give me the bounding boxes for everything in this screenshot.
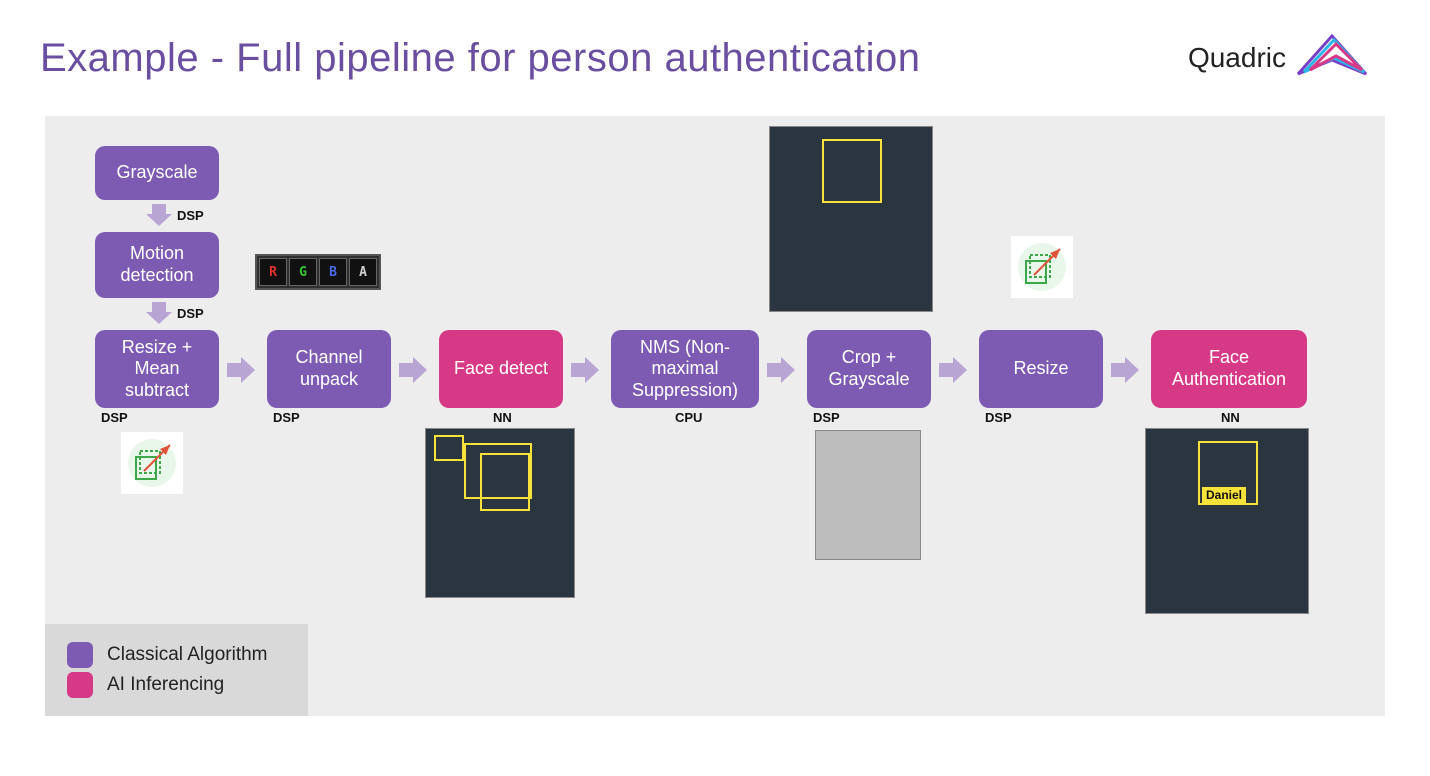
- node-label: Resize: [1013, 358, 1068, 380]
- legend-item-ai: AI Inferencing: [67, 672, 268, 698]
- brand-logo: Quadric: [1188, 30, 1370, 86]
- node-motion-detection: Motion detection: [95, 232, 219, 298]
- node-label: NMS (Non-maximal Suppression): [617, 337, 753, 402]
- resize-icon: [1011, 236, 1073, 298]
- node-channel-unpack: Channel unpack: [267, 330, 391, 408]
- crop-grayscale-output-image: [815, 430, 921, 560]
- proc-label: DSP: [101, 410, 128, 425]
- legend-label: AI Inferencing: [107, 674, 224, 696]
- legend: Classical Algorithm AI Inferencing: [45, 624, 308, 716]
- node-label: Face Authentication: [1157, 347, 1301, 390]
- channel-cell: G: [289, 258, 317, 286]
- proc-label: NN: [493, 410, 512, 425]
- quadric-logo-icon: [1294, 30, 1370, 86]
- node-label: Motion detection: [101, 243, 213, 286]
- legend-swatch: [67, 672, 93, 698]
- diagram-canvas: Grayscale DSP Motion detection DSP Resiz…: [45, 116, 1385, 716]
- page-title: Example - Full pipeline for person authe…: [40, 36, 921, 81]
- slide-header: Example - Full pipeline for person authe…: [0, 0, 1430, 96]
- proc-label: DSP: [813, 410, 840, 425]
- node-label: Channel unpack: [273, 347, 385, 390]
- proc-label: DSP: [273, 410, 300, 425]
- resize-icon: [121, 432, 183, 494]
- result-name-tag: Daniel: [1202, 487, 1246, 503]
- authentication-result-image: Daniel: [1145, 428, 1309, 614]
- node-resize: Resize: [979, 330, 1103, 408]
- proc-label: DSP: [985, 410, 1012, 425]
- proc-label: CPU: [675, 410, 702, 425]
- nms-output-image: [769, 126, 933, 312]
- channel-cell: A: [349, 258, 377, 286]
- proc-label: NN: [1221, 410, 1240, 425]
- node-crop-grayscale: Crop + Grayscale: [807, 330, 931, 408]
- face-detect-output-image: [425, 428, 575, 598]
- rgba-channel-strip: R G B A: [255, 254, 381, 290]
- legend-item-classical: Classical Algorithm: [67, 642, 268, 668]
- channel-cell: R: [259, 258, 287, 286]
- legend-swatch: [67, 642, 93, 668]
- legend-label: Classical Algorithm: [107, 644, 268, 666]
- node-label: Crop + Grayscale: [813, 347, 925, 390]
- node-label: Grayscale: [116, 162, 197, 184]
- node-nms: NMS (Non-maximal Suppression): [611, 330, 759, 408]
- node-face-authentication: Face Authentication: [1151, 330, 1307, 408]
- node-face-detect: Face detect: [439, 330, 563, 408]
- node-label: Face detect: [454, 358, 548, 380]
- brand-name: Quadric: [1188, 42, 1286, 74]
- channel-cell: B: [319, 258, 347, 286]
- node-resize-mean-subtract: Resize + Mean subtract: [95, 330, 219, 408]
- proc-label: DSP: [177, 306, 204, 321]
- proc-label: DSP: [177, 208, 204, 223]
- node-grayscale: Grayscale: [95, 146, 219, 200]
- node-label: Resize + Mean subtract: [101, 337, 213, 402]
